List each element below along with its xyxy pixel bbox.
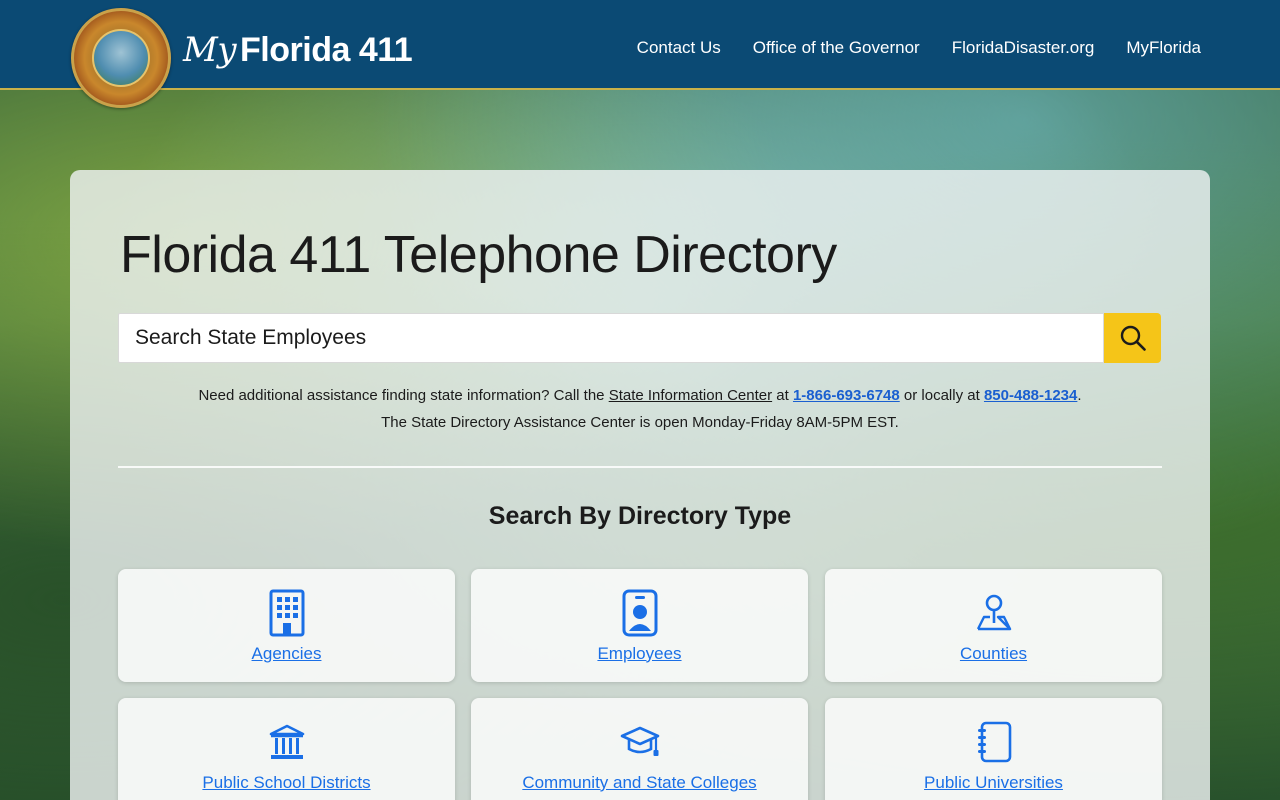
nav-office-of-governor[interactable]: Office of the Governor [753,38,920,58]
card-label-agencies: Agencies [251,643,322,663]
card-agencies[interactable]: Agencies [118,569,455,682]
assistance-line-1: Need additional assistance finding state… [70,382,1210,409]
assist-or-locally-text: or locally at [903,387,980,404]
notebook-icon [976,717,1012,767]
nav-myflorida[interactable]: MyFlorida [1126,38,1201,58]
directory-panel: Florida 411 Telephone Directory Need add… [70,170,1210,800]
assistance-info: Need additional assistance finding state… [70,382,1210,436]
card-public-universities[interactable]: Public Universities [825,698,1162,800]
phone-link-local[interactable]: 850-488-1234 [984,387,1077,404]
section-divider [118,466,1162,468]
nav-contact-us[interactable]: Contact Us [637,38,721,58]
institution-icon [268,717,306,767]
card-label-counties: Counties [959,643,1028,663]
graduation-cap-icon [620,717,660,767]
card-label-employees: Employees [597,643,682,663]
assistance-line-2: The State Directory Assistance Center is… [381,414,899,431]
logo-my: My [183,30,237,70]
card-employees[interactable]: Employees [471,569,808,682]
card-label-public-universities: Public Universities [924,772,1063,792]
nav-floridadisaster[interactable]: FloridaDisaster.org [952,38,1095,58]
search-icon [1120,325,1146,351]
card-community-state-colleges[interactable]: Community and State Colleges [471,698,808,800]
state-info-center-link[interactable]: State Information Center [609,387,772,404]
card-label-public-school-districts: Public School Districts [202,772,371,792]
myflorida411-logo[interactable]: My Florida 411 [183,30,413,70]
assist-prefix-text: Need additional assistance finding state… [198,387,605,404]
search-bar [118,313,1161,363]
assist-period: . [1077,387,1082,404]
card-counties[interactable]: Counties [825,569,1162,682]
building-icon [269,588,305,638]
seal-center-emblem [92,29,150,87]
site-header: My Florida 411 Contact Us Office of the G… [0,0,1280,108]
search-button[interactable] [1104,313,1161,363]
section-title: Search By Directory Type [488,502,792,530]
logo-text: Florida 411 [240,31,413,69]
phone-link-tollfree[interactable]: 1-866-693-6748 [793,387,900,404]
assist-at-text: at [776,387,789,404]
map-pin-icon [974,588,1014,638]
top-nav: Contact Us Office of the Governor Florid… [637,38,1201,58]
search-input[interactable] [118,313,1104,363]
card-label-community-state-colleges: Community and State Colleges [522,772,757,792]
state-seal-logo[interactable] [71,8,171,108]
page-title: Florida 411 Telephone Directory [120,226,837,284]
card-public-school-districts[interactable]: Public School Districts [118,698,455,800]
id-badge-icon [622,588,658,638]
